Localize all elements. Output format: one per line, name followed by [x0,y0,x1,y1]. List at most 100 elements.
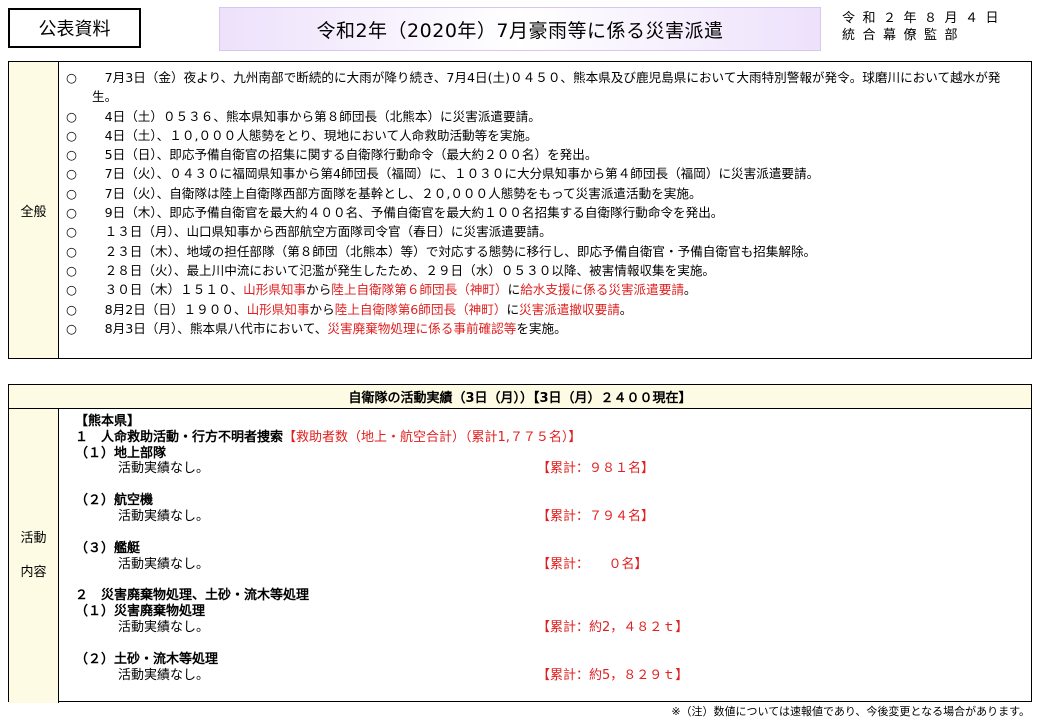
item-text: ３０日（木）１５１０、 [92,282,244,298]
overview-item-text: 7月3日（金）夜より、九州南部で断続的に大雨が降り続き、7月4日(土)０４５０、… [92,68,1025,107]
subsection-detail: 活動実績なし。 [118,461,210,477]
subsection-heading: （１）災害廃棄物処理 [75,604,206,620]
overview-item-text: 7日（火）、自衛隊は陸上自衛隊西部方面隊を基幹とし、２０,０００人態勢をもって災… [92,184,702,203]
item-text: を実施。 [516,320,567,336]
item-text: 4日（土）、１０,０００人態勢をとり、現地において人命救助活動等を実施。 [92,127,538,143]
overview-item: ○ 4日（土）０５３６、熊本県知事から第８師団長（北熊本）に災害派遣要請。 [66,107,1025,126]
item-text: 8月2日（日）１９００、 [92,301,247,317]
highlighted-text: 山形県知事 [243,282,307,298]
item-text: に [506,301,520,317]
item-text: 7月3日（金）夜より、九州南部で断続的に大雨が降り続き、7月4日(土)０４５０、… [92,70,1001,105]
overview-item: ○ 7日（火）、自衛隊は陸上自衛隊西部方面隊を基幹とし、２０,０００人態勢をもっ… [66,184,1025,203]
bullet-circle-icon: ○ [66,205,77,221]
highlighted-text: 災害派遣撤収要請 [519,301,620,317]
item-text: から [306,282,332,298]
overview-item: ○ 5日（日）、即応予備自衛官の招集に関する自衛隊行動命令（最大約２００名）を発… [66,145,1025,164]
footnote: ※（注）数値については速報値であり、今後変更となる場合があります。 [671,705,1030,718]
bullet-circle-icon: ○ [66,262,77,278]
section1-row: １ 人命救助活動・行方不明者捜索 【救助者数（地上・航空合計）（累計1,７７５名… [75,430,1031,446]
overview-item: ○ １３日（月）、山口県知事から西部航空方面隊司令官（春日）に災害派遣要請。 [66,222,1025,241]
issue-date: 令和２年８月４日 [842,11,1007,26]
item-text: １３日（月）、山口県知事から西部航空方面隊司令官（春日）に災害派遣要請。 [92,224,552,240]
subsection-heading: （１）地上部隊 [75,445,167,461]
overview-item: ○ ２３日（木）、地域の担任部隊（第８師団（北熊本）等）で対応する態勢に移行し、… [66,242,1025,261]
subsection-detail-row: 活動実績なし。 【累計：９８１名】 [75,461,1031,477]
item-text: に [507,282,521,298]
cumulative-value: 【累計： ０名】 [537,556,648,572]
overview-item: ○ ３０日（木）１５１０、山形県知事から陸上自衛隊第６師団長（神町）に給水支援に… [66,280,1025,299]
activity-table: 自衛隊の活動実績（3日（月））【3日（月）２４００現在】 活動 内容 【熊本県】… [8,384,1032,703]
overview-item: ○ 7日（火）、０４３０に福岡県知事から第4師団長（福岡）に、１０３０に大分県知… [66,164,1025,183]
overview-item-text: 9日（木）、即応予備自衛官を最大約４００名、予備自衛官を最大約１００名招集する自… [92,203,724,222]
overview-list: ○ 7月3日（金）夜より、九州南部で断続的に大雨が降り続き、7月4日(土)０４５… [59,62,1031,358]
highlighted-text: 陸上自衛隊第6師団長（神町） [334,301,507,317]
activity-label-line2: 内容 [20,565,47,580]
item-text: 7日（火）、０４３０に福岡県知事から第4師団長（福岡）に、１０３０に大分県知事か… [92,166,820,182]
subsection-detail: 活動実績なし。 [118,508,210,524]
issuer: 統合幕僚監部 [842,28,966,43]
overview-item-text: 4日（土）、１０,０００人態勢をとり、現地において人命救助活動等を実施。 [92,126,538,145]
highlighted-text: 山形県知事 [246,301,310,317]
highlighted-text: 災害廃棄物処理に係る事前確認等 [327,320,517,336]
overview-item-text: 8月2日（日）１９００、山形県知事から陸上自衛隊第6師団長（神町）に災害派遣撤収… [92,300,633,319]
overview-item-text: 5日（日）、即応予備自衛官の招集に関する自衛隊行動命令（最大約２００名）を発出。 [92,145,598,164]
public-document-label: 公表資料 [8,8,141,48]
overview-item-text: 8月3日（月）、熊本県八代市において、災害廃棄物処理に係る事前確認等を実施。 [92,319,567,338]
activity-header: 自衛隊の活動実績（3日（月））【3日（月）２４００現在】 [9,385,1031,409]
activity-label: 活動 内容 [9,409,59,703]
overview-item: ○ 7月3日（金）夜より、九州南部で断続的に大雨が降り続き、7月4日(土)０４５… [66,68,1025,107]
subsection-detail: 活動実績なし。 [118,667,210,683]
overview-table: 全般 ○ 7月3日（金）夜より、九州南部で断続的に大雨が降り続き、7月4日(土)… [8,61,1032,359]
page-title: 令和2年（2020年）7月豪雨等に係る災害派遣 [219,7,821,51]
highlighted-text: 給水支援に係る災害派遣要請 [520,282,684,298]
cumulative-value: 【累計：約2，４８２ｔ】 [537,619,689,635]
item-text: 。 [683,282,697,298]
overview-item-text: ２３日（木）、地域の担任部隊（第８師団（北熊本）等）で対応する態勢に移行し、即応… [92,242,817,261]
bullet-circle-icon: ○ [66,70,77,85]
bullet-circle-icon: ○ [66,224,77,240]
bullet-circle-icon: ○ [66,320,77,336]
activity-label-line1: 活動 [20,531,47,546]
bullet-circle-icon: ○ [66,166,77,182]
subsection-detail: 活動実績なし。 [118,556,210,572]
overview-item-text: １３日（月）、山口県知事から西部航空方面隊司令官（春日）に災害派遣要請。 [92,222,552,241]
overview-item: ○ ２８日（火）、最上川中流において氾濫が発生したため、２９日（水）０５３０以降… [66,261,1025,280]
overview-item: ○ 4日（土）、１０,０００人態勢をとり、現地において人命救助活動等を実施。 [66,126,1025,145]
overview-item: ○ 8月2日（日）１９００、山形県知事から陸上自衛隊第6師団長（神町）に災害派遣… [66,300,1025,319]
overview-label: 全般 [9,62,59,358]
overview-item: ○ 8月3日（月）、熊本県八代市において、災害廃棄物処理に係る事前確認等を実施。 [66,319,1025,338]
subsection-heading: （２）航空機 [75,493,154,509]
subsection-detail-row: 活動実績なし。 【累計：７９４名】 [75,509,1031,525]
overview-item-text: ３０日（木）１５１０、山形県知事から陸上自衛隊第６師団長（神町）に給水支援に係る… [92,280,697,299]
rescued-total: 【救助者数（地上・航空合計）（累計1,７７５名）】 [283,429,582,445]
bullet-circle-icon: ○ [66,127,77,143]
cumulative-value: 【累計：９８１名】 [537,461,655,477]
bullet-circle-icon: ○ [66,301,77,317]
cumulative-value: 【累計：約5，８２９ｔ】 [537,667,689,683]
bullet-circle-icon: ○ [66,108,77,124]
section2-title: ２ 災害廃棄物処理、土砂・流木等処理 [75,588,310,604]
subsection-heading: （２）土砂・流木等処理 [75,651,219,667]
overview-item-text: 4日（土）０５３６、熊本県知事から第８師団長（北熊本）に災害派遣要請。 [92,107,541,126]
section1-title: １ 人命救助活動・行方不明者捜索 [75,429,284,445]
bullet-circle-icon: ○ [66,243,77,259]
issue-info: 令和２年８月４日 統合幕僚監部 [842,10,1032,44]
subsection-detail-row: 活動実績なし。 【累計：約2，４８２ｔ】 [75,620,1031,636]
item-text: 8月3日（月）、熊本県八代市において、 [92,320,328,336]
subsection-detail: 活動実績なし。 [118,619,210,635]
item-text: 7日（火）、自衛隊は陸上自衛隊西部方面隊を基幹とし、２０,０００人態勢をもって災… [92,185,702,201]
item-text: 5日（日）、即応予備自衛官の招集に関する自衛隊行動命令（最大約２００名）を発出。 [92,147,598,163]
subsection-heading: （３）艦艇 [75,540,141,556]
highlighted-text: 陸上自衛隊第６師団長（神町） [331,282,508,298]
prefecture-heading: 【熊本県】 [75,414,141,429]
activity-content: 【熊本県】 １ 人命救助活動・行方不明者捜索 【救助者数（地上・航空合計）（累計… [59,409,1031,703]
overview-item-text: 7日（火）、０４３０に福岡県知事から第4師団長（福岡）に、１０３０に大分県知事か… [92,164,820,183]
item-text: 。 [619,301,633,317]
cumulative-value: 【累計：７９４名】 [537,508,655,524]
item-text: 9日（木）、即応予備自衛官を最大約４００名、予備自衛官を最大約１００名招集する自… [92,205,724,221]
subsection-detail-row: 活動実績なし。 【累計：約5，８２９ｔ】 [75,668,1031,684]
bullet-circle-icon: ○ [66,147,77,163]
subsection-detail-row: 活動実績なし。 【累計： ０名】 [75,557,1031,573]
item-text: 4日（土）０５３６、熊本県知事から第８師団長（北熊本）に災害派遣要請。 [92,108,541,124]
item-text: ２３日（木）、地域の担任部隊（第８師団（北熊本）等）で対応する態勢に移行し、即応… [92,243,817,259]
